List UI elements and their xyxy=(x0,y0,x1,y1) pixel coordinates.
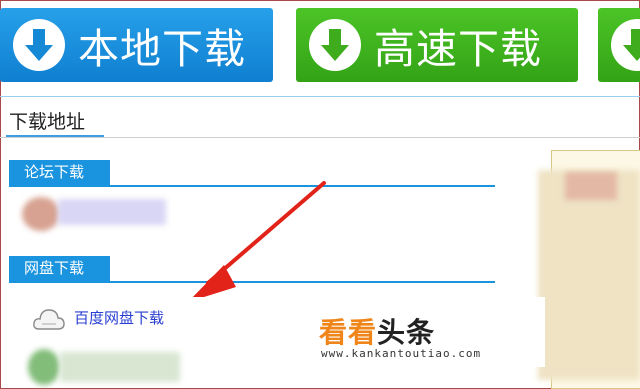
watermark-brand-dark: 头条 xyxy=(377,316,436,349)
watermark-url: www.kankantoutiao.com xyxy=(321,347,482,360)
watermark-logo: 看看头条 xyxy=(319,311,435,351)
watermark-brand-orange: 看看 xyxy=(319,316,378,349)
watermark: 看看头条 www.kankantoutiao.com xyxy=(185,297,545,367)
